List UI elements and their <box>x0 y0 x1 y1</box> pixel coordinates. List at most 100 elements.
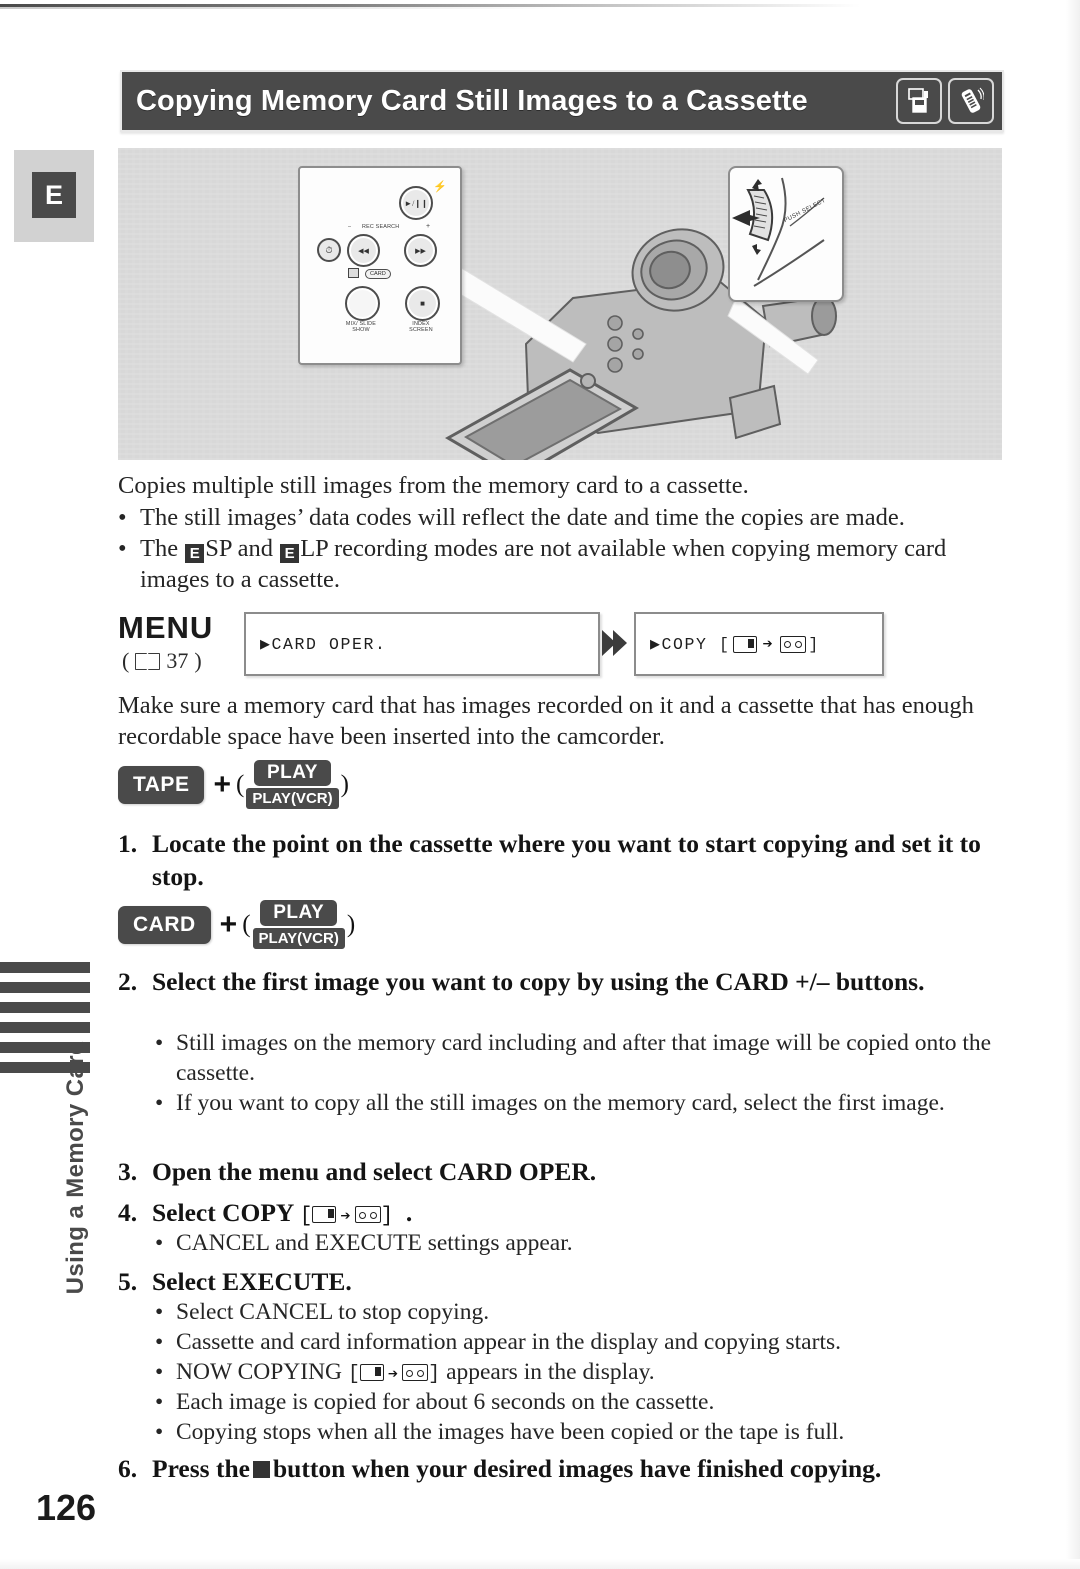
page-title: Copying Memory Card Still Images to a Ca… <box>136 84 808 117</box>
step-4-label: Select COPY <box>152 1198 294 1227</box>
step-5-bullet-5: • Copying stops when all the images have… <box>155 1417 1015 1447</box>
page-number: 126 <box>36 1487 97 1528</box>
push-select-callout: PUSH SELECT <box>728 166 844 302</box>
memory-card-icon <box>732 635 757 653</box>
memory-card-icon <box>359 1364 384 1381</box>
play-button-badge[interactable]: PLAY <box>260 900 338 926</box>
rew-button-icon: ◀◀ <box>347 234 380 267</box>
memory-card-icon <box>312 1206 337 1223</box>
chapter-bar <box>0 982 90 993</box>
sp-mode-badge: E <box>185 544 205 563</box>
menu-item-copy-label: ▶COPY [ ➔ ] <box>636 634 820 655</box>
intro-paragraph: Copies multiple still images from the me… <box>118 472 749 499</box>
flash-icon: ⚡ <box>433 181 447 193</box>
bullet-dot: • <box>155 1030 164 1056</box>
step-4-bullet-1-text: CANCEL and EXECUTE settings appear. <box>176 1230 573 1256</box>
mode-plus-sign: + <box>213 767 231 801</box>
bullet-dot: • <box>118 504 127 531</box>
step-2-bullet-2: • If you want to copy all the still imag… <box>155 1088 1015 1118</box>
step-5-bullet-3-text: NOW COPYING [➔] appears in the display. <box>176 1357 655 1391</box>
tape-mode-button[interactable]: TAPE <box>118 765 205 804</box>
menu-item-box-copy[interactable]: ▶COPY [ ➔ ] <box>634 612 884 676</box>
chapter-vertical-label: Using a Memory Card <box>62 1040 89 1295</box>
cassette-tape-icon <box>780 635 807 653</box>
now-copying-suffix: appears in the display. <box>446 1359 655 1385</box>
intro-bullet-1-text: The still images’ data codes will reflec… <box>140 504 905 531</box>
manual-page: Copying Memory Card Still Images to a Ca… <box>0 0 1080 1569</box>
step-3: 3. Open the menu and select CARD OPER. <box>118 1155 1018 1188</box>
remote-control-icon <box>948 78 994 124</box>
step-5-bullet-4: • Each image is copied for about 6 secon… <box>155 1387 1015 1417</box>
step-2-bullet-1-text: Still images on the memory card includin… <box>176 1030 992 1086</box>
arrow-right-icon: ➔ <box>762 635 775 655</box>
now-copying-prefix: NOW COPYING <box>176 1359 343 1385</box>
camcorder-drawing <box>444 228 837 460</box>
step-6-number: 6. <box>118 1454 138 1483</box>
cassette-tape-icon <box>354 1206 381 1223</box>
step-4-period: . <box>405 1198 413 1227</box>
note-paragraph: Make sure a memory card that has images … <box>118 692 974 750</box>
card-mode-button[interactable]: CARD <box>118 905 211 944</box>
step-2-bullet-2-text: If you want to copy all the still images… <box>176 1090 945 1116</box>
menu-navigation-row: MENU ( 37 ) ▶CARD OPER. ▶COPY [ ➔ ] <box>118 610 1008 676</box>
chapter-bar <box>0 1022 90 1033</box>
menu-ref-page: 37 <box>166 648 189 673</box>
step-5-bullet-1: • Select CANCEL to stop copying. <box>155 1297 1015 1327</box>
mix-slide-show-button-icon <box>345 286 380 321</box>
stop-button-icon <box>252 1461 270 1478</box>
play-vcr-button-badge[interactable]: PLAY(VCR) <box>252 928 345 949</box>
rec-search-minus-label: – <box>348 224 352 230</box>
step-5-text: Select EXECUTE. <box>152 1267 352 1296</box>
lp-mode-badge: E <box>280 544 300 563</box>
rec-search-label: REC SEARCH <box>362 224 400 230</box>
chapter-bar <box>0 962 90 973</box>
step-1-text: Locate the point on the cassette where y… <box>152 829 981 891</box>
card-label-pill: CARD <box>365 269 391 279</box>
bullet-dot: • <box>118 535 127 562</box>
now-copying-icon-group: [➔] <box>348 1363 440 1386</box>
step-5-bullet-2-text: Cassette and card information appear in … <box>176 1329 841 1355</box>
bullet-dot: • <box>155 1230 164 1256</box>
menu-copy-suffix: ] <box>808 634 820 654</box>
push-select-dial-drawing <box>732 177 825 287</box>
intro-bullet-2: • The E SP and E LP recording modes are no… <box>118 533 1010 595</box>
camcorder-illustration: ►/❙❙ ⚡ ⏱ – REC SEARCH + ◀◀ ▶▶ CARD ■ MIX… <box>118 148 1002 460</box>
bullet-dot: • <box>155 1359 164 1385</box>
menu-copy-prefix: ▶COPY [ <box>650 635 731 654</box>
step-4-number: 4. <box>118 1198 138 1227</box>
step-4-bullet-1: • CANCEL and EXECUTE settings appear. <box>155 1228 1015 1258</box>
mix-slide-show-label: MIX/ SLIDE SHOW <box>345 321 377 334</box>
scan-right-shadow <box>1066 0 1080 1569</box>
mode-open-paren: ( <box>235 770 245 798</box>
step-5-bullet-1-text: Select CANCEL to stop copying. <box>176 1299 490 1325</box>
step-3-number: 3. <box>118 1157 138 1186</box>
scan-bottom-shadow <box>0 1559 1080 1569</box>
step-6-text: Press the button when your desired images… <box>152 1452 1018 1485</box>
page-title-bar: Copying Memory Card Still Images to a Ca… <box>120 70 1004 132</box>
ff-button-icon: ▶▶ <box>404 234 437 267</box>
step-5: 5. Select EXECUTE. <box>118 1265 1018 1298</box>
index-screen-label: INDEX SCREEN <box>409 321 433 334</box>
step-5-bullet-5-text: Copying stops when all the images have b… <box>176 1419 845 1445</box>
menu-item-box-card-oper[interactable]: ▶CARD OPER. <box>244 612 600 676</box>
menu-page-reference: ( 37 ) <box>122 648 202 674</box>
bullet-dot: • <box>155 1389 164 1415</box>
step-6-before: Press the <box>152 1454 250 1483</box>
menu-step-arrow <box>600 628 628 658</box>
copy-icon-group: [➔] <box>300 1205 406 1228</box>
play-vcr-button-badge[interactable]: PLAY(VCR) <box>246 788 339 809</box>
card-camcorder-icon <box>896 78 942 124</box>
intro-bullet-2-part-2: SP and <box>205 535 280 562</box>
step-6: 6. Press the button when your desired ima… <box>118 1452 1018 1485</box>
step-5-bullet-4-text: Each image is copied for about 6 seconds… <box>176 1389 715 1415</box>
self-timer-button-icon: ⏱ <box>317 238 341 262</box>
card-slot-icon <box>348 268 359 278</box>
step-6-after: button when your desired images have fin… <box>272 1454 882 1483</box>
scan-edge-artifact-secondary <box>0 7 560 9</box>
play-mode-stack: PLAY PLAY(VCR) <box>252 900 345 949</box>
step-2-text: Select the first image you want to copy … <box>152 967 925 996</box>
step-2-number: 2. <box>118 967 138 996</box>
mode-plus-sign: + <box>219 907 238 941</box>
mode-open-paren: ( <box>242 910 251 938</box>
play-button-badge[interactable]: PLAY <box>253 760 331 786</box>
